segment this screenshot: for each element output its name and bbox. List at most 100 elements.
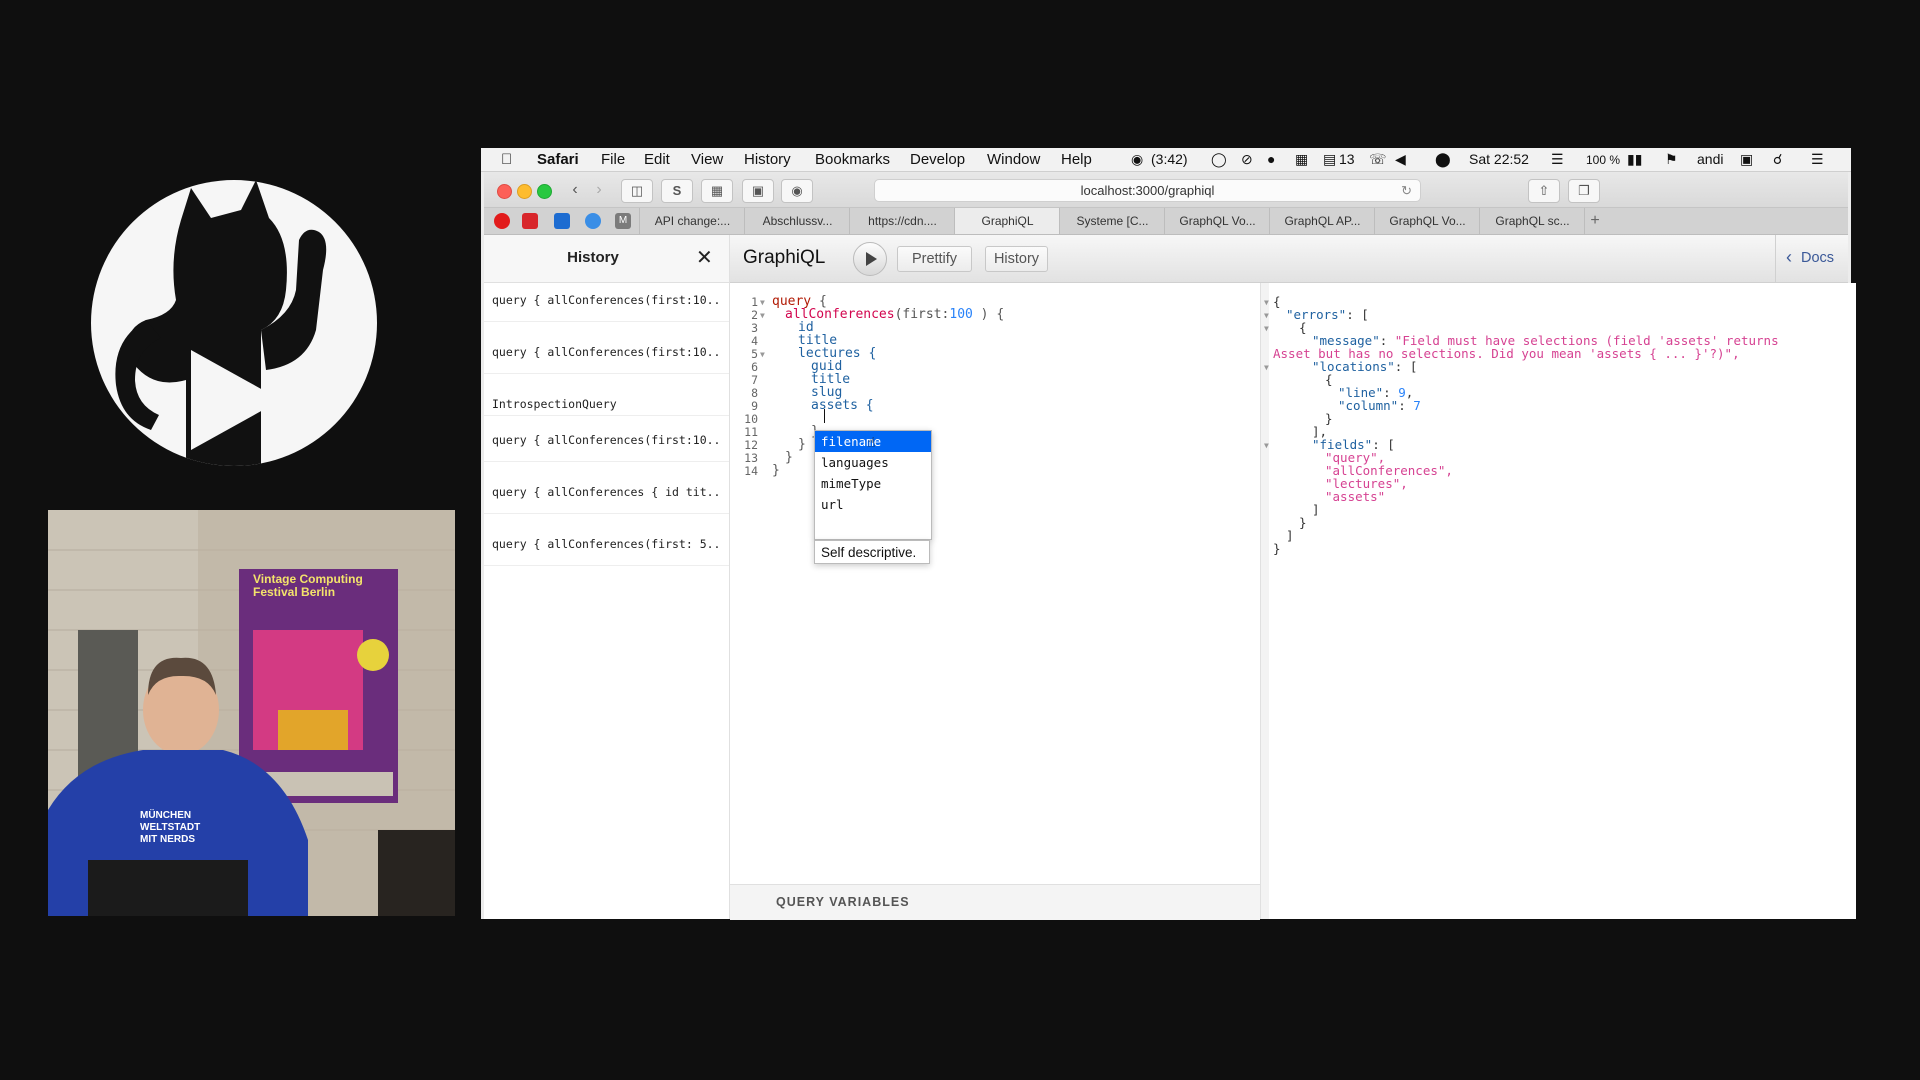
pinned-tab-twitter-icon[interactable]	[554, 213, 570, 229]
tab-graphql-ap[interactable]: GraphQL AP...	[1269, 208, 1375, 234]
close-window-button[interactable]	[497, 184, 512, 199]
timer-text[interactable]: (3:42)	[1151, 151, 1188, 167]
grid-icon[interactable]: ▦	[1295, 151, 1308, 168]
reader-s-button[interactable]: S	[661, 179, 693, 203]
autocomplete-item[interactable]: languages	[815, 452, 931, 473]
back-icon[interactable]: ‹	[564, 179, 586, 201]
tab-graphiql[interactable]: GraphiQL	[954, 208, 1060, 234]
fingerprint-icon[interactable]: ◯	[1211, 151, 1227, 168]
menu-history[interactable]: History	[744, 151, 791, 168]
line-number: 14	[744, 464, 758, 478]
line-number: 10	[744, 412, 758, 426]
block-icon[interactable]: ⊘	[1241, 151, 1253, 168]
fold-toggle-icon[interactable]: ▼	[1264, 311, 1269, 320]
fold-toggle-icon[interactable]: ▼	[760, 350, 765, 359]
shirt-text: MÜNCHEN WELTSTADT MIT NERDS	[140, 810, 201, 845]
new-tab-icon[interactable]: +	[1584, 208, 1605, 234]
autocomplete-item[interactable]: mimeType	[815, 473, 931, 494]
timer-icon[interactable]: ◉	[1131, 151, 1143, 168]
menu-view[interactable]: View	[691, 151, 723, 168]
graphiql-topbar: GraphiQL Prettify History ‹ Docs	[730, 235, 1848, 283]
reload-icon[interactable]: ↻	[1401, 180, 1412, 201]
address-bar[interactable]: localhost:3000/graphiql ↻	[874, 179, 1421, 202]
speaker-video-frame	[48, 510, 455, 916]
result-line: ]	[1312, 502, 1320, 517]
history-item[interactable]: query { allConferences { id tit...	[492, 485, 720, 499]
result-line: ]	[1286, 528, 1294, 543]
mac-menubar:  Safari File Edit View History Bookmark…	[481, 148, 1851, 172]
close-history-icon[interactable]: ✕	[696, 245, 713, 270]
pinned-tab-m-icon[interactable]: M	[615, 213, 631, 229]
pinned-tab-red-icon[interactable]	[522, 213, 538, 229]
tab-systeme[interactable]: Systeme [C...	[1059, 208, 1165, 234]
autocomplete-item[interactable]: url	[815, 494, 931, 515]
history-header: History ✕	[484, 235, 729, 283]
show-tabs-icon[interactable]: ❐	[1568, 179, 1600, 203]
siri-icon[interactable]: ⬤	[1435, 151, 1451, 168]
fold-toggle-icon[interactable]: ▼	[760, 311, 765, 320]
query-editor[interactable]: 1 2 3 4 5 6 7 8 9 10 11 12 13 14 ▼ ▼ ▼ q…	[730, 283, 1261, 920]
menu-develop[interactable]: Develop	[910, 151, 965, 168]
apple-icon[interactable]: 	[501, 151, 512, 168]
notification-center-icon[interactable]: ☰	[1811, 151, 1824, 168]
phone-icon[interactable]: ☏	[1369, 151, 1387, 168]
fold-toggle-icon[interactable]: ▼	[1264, 441, 1269, 450]
history-item[interactable]: query { allConferences(first:10...	[492, 433, 720, 447]
fold-toggle-icon[interactable]: ▼	[1264, 363, 1269, 372]
tab-graphql-sc[interactable]: GraphQL sc...	[1479, 208, 1585, 234]
wifi-icon[interactable]: ☰	[1551, 151, 1564, 168]
history-item[interactable]: IntrospectionQuery	[492, 397, 720, 411]
menu-edit[interactable]: Edit	[644, 151, 670, 168]
history-item[interactable]: query { allConferences(first:10...	[492, 345, 720, 359]
forward-icon[interactable]: ›	[588, 179, 610, 201]
zoom-window-button[interactable]	[537, 184, 552, 199]
password-icon[interactable]: ▣	[742, 179, 774, 203]
code-line-2: allConferences(first:100 ) {	[785, 307, 1005, 322]
calendar-icon[interactable]: ▤	[1323, 151, 1336, 168]
tab-bar: M API change:... Abschlussv... https://c…	[484, 208, 1848, 235]
tab-cdn[interactable]: https://cdn....	[849, 208, 955, 234]
volume-icon[interactable]: ◀	[1395, 151, 1406, 168]
battery-text[interactable]: 100 %	[1586, 153, 1620, 167]
menu-file[interactable]: File	[601, 151, 625, 168]
menu-app-name[interactable]: Safari	[537, 151, 579, 168]
history-divider	[484, 461, 729, 462]
line-number: 1	[751, 295, 758, 309]
battery-icon[interactable]: ▮▮	[1627, 151, 1642, 168]
graphiql-app: History ✕ query { allConferences(first:1…	[484, 235, 1856, 920]
history-item[interactable]: query { allConferences(first:10...	[492, 293, 720, 307]
fold-toggle-icon[interactable]: ▼	[760, 298, 765, 307]
docs-button[interactable]: ‹ Docs	[1775, 235, 1849, 282]
tab-api-change[interactable]: API change:...	[639, 208, 745, 234]
prettify-button[interactable]: Prettify	[897, 246, 972, 272]
minimize-window-button[interactable]	[517, 184, 532, 199]
fold-toggle-icon[interactable]: ▼	[1264, 324, 1269, 333]
url-text[interactable]: localhost:3000/graphiql	[1081, 183, 1215, 198]
menu-window[interactable]: Window	[987, 151, 1040, 168]
pinned-tab-chat-icon[interactable]	[585, 213, 601, 229]
calendar-count[interactable]: 13	[1339, 151, 1355, 167]
lock-icon[interactable]: ▣	[1740, 151, 1753, 168]
hat-icon[interactable]: ●	[1267, 151, 1275, 167]
tab-graphql-vo-2[interactable]: GraphQL Vo...	[1374, 208, 1480, 234]
history-button[interactable]: History	[985, 246, 1048, 272]
extension-icon[interactable]: ▦	[701, 179, 733, 203]
execute-query-button[interactable]	[853, 242, 887, 276]
clock-text[interactable]: Sat 22:52	[1469, 151, 1529, 167]
tab-graphql-vo-1[interactable]: GraphQL Vo...	[1164, 208, 1270, 234]
code-line-13: }	[785, 450, 793, 465]
tab-abschluss[interactable]: Abschlussv...	[744, 208, 850, 234]
line-number: 13	[744, 451, 758, 465]
privacy-icon[interactable]: ◉	[781, 179, 813, 203]
user-name[interactable]: andi	[1697, 151, 1723, 167]
flag-icon[interactable]: ⚑	[1665, 151, 1678, 168]
history-item[interactable]: query { allConferences(first: 5...	[492, 537, 720, 551]
pinned-tab-opera-icon[interactable]	[494, 213, 510, 229]
fold-toggle-icon[interactable]: ▼	[1264, 298, 1269, 307]
sidebar-toggle-icon[interactable]: ◫	[621, 179, 653, 203]
menu-help[interactable]: Help	[1061, 151, 1092, 168]
spotlight-icon[interactable]: ☌	[1773, 151, 1782, 168]
menu-bookmarks[interactable]: Bookmarks	[815, 151, 890, 168]
query-variables-toggle[interactable]: QUERY VARIABLES	[730, 884, 1260, 920]
share-icon[interactable]: ⇧	[1528, 179, 1560, 203]
